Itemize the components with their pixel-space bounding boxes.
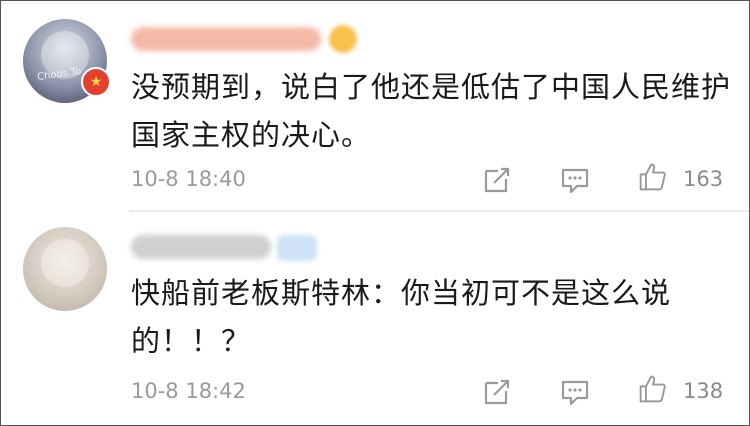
comment-list: Choos To ★ 没预期到，说白了他还是低估了中国人民维护国家主权的决心。 … xyxy=(0,0,750,426)
comment-icon[interactable] xyxy=(560,377,590,407)
star-badge-icon: ★ xyxy=(81,67,111,97)
comment-timestamp: 10-8 18:42 xyxy=(131,379,246,403)
vip-badge-icon xyxy=(329,25,357,53)
comment-item: 快船前老板斯特林：你当初可不是这么说的！！？ 10-8 18:42 138 xyxy=(1,213,749,425)
avatar-silhouette xyxy=(41,239,89,287)
avatar[interactable] xyxy=(23,227,107,311)
share-icon[interactable] xyxy=(482,165,512,195)
like-count: 163 xyxy=(683,167,724,191)
comment-text: 没预期到，说白了他还是低估了中国人民维护国家主权的决心。 xyxy=(131,70,732,152)
comment-text: 快船前老板斯特林：你当初可不是这么说的！！？ xyxy=(131,276,672,358)
vip-badge-icon xyxy=(277,235,317,261)
like-count: 138 xyxy=(683,379,724,403)
like-icon[interactable] xyxy=(638,162,668,192)
avatar-text: Choos To xyxy=(36,65,83,84)
like-icon[interactable] xyxy=(638,374,668,404)
divider xyxy=(129,210,749,212)
share-icon[interactable] xyxy=(482,377,512,407)
comment-item: Choos To ★ 没预期到，说白了他还是低估了中国人民维护国家主权的决心。 … xyxy=(1,1,749,210)
username-blurred[interactable] xyxy=(131,235,271,259)
username-blurred[interactable] xyxy=(131,27,321,51)
comment-icon[interactable] xyxy=(560,165,590,195)
comment-timestamp: 10-8 18:40 xyxy=(131,167,246,191)
